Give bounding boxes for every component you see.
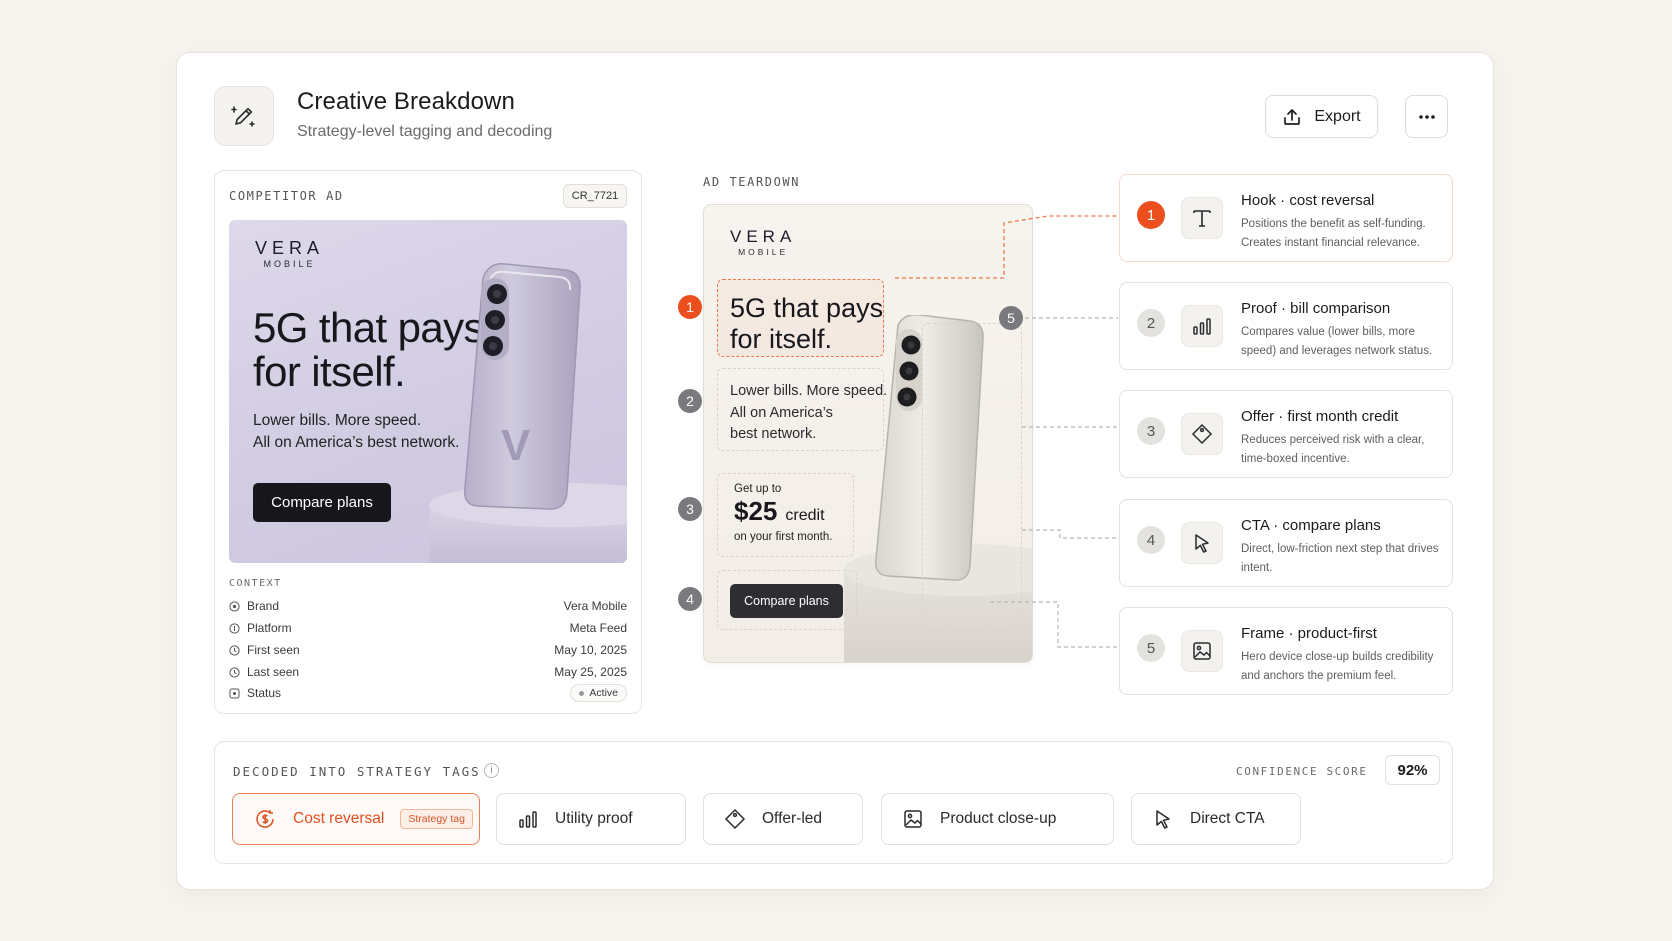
context-row-last-seen: Last seen May 25, 2025 bbox=[229, 663, 627, 681]
marker-5[interactable]: 5 bbox=[999, 306, 1023, 330]
teardown-offer: Get up to $25 credit on your first month… bbox=[734, 483, 833, 543]
teardown-body-copy: Lower bills. More speed. All on America’… bbox=[730, 383, 888, 442]
brand-logo: VERA MOBILE bbox=[255, 238, 325, 269]
marker-1[interactable]: 1 bbox=[678, 295, 702, 319]
dollar-cycle-icon bbox=[256, 810, 274, 828]
annotation-card-cta[interactable]: 4 CTA · compare plans Direct, low-fricti… bbox=[1119, 499, 1453, 587]
tag-product-close-up[interactable]: Product close-up bbox=[881, 793, 1114, 845]
more-horizontal-icon bbox=[1418, 114, 1435, 119]
tag-direct-cta[interactable]: Direct CTA bbox=[1131, 793, 1301, 845]
ad-id-badge: CR_7721 bbox=[563, 184, 627, 208]
page-subtitle: Strategy-level tagging and decoding bbox=[297, 123, 553, 140]
confidence-label: CONFIDENCE SCORE bbox=[1236, 765, 1368, 778]
teardown-ad-creative: VERA MOBILE 5G that pays for itself. Low… bbox=[703, 204, 1033, 663]
annotation-card-offer[interactable]: 3 Offer · first month credit Reduces per… bbox=[1119, 390, 1453, 478]
tag-offer-led[interactable]: Offer-led bbox=[703, 793, 863, 845]
image-icon bbox=[904, 810, 922, 828]
phone-product-image: V bbox=[429, 263, 627, 563]
tag-cost-reversal[interactable]: Cost reversal Strategy tag bbox=[232, 793, 480, 845]
cursor-icon bbox=[1156, 810, 1170, 829]
price-tag-icon bbox=[724, 808, 746, 830]
brand-logo: VERA MOBILE bbox=[730, 227, 797, 257]
app-icon bbox=[214, 86, 274, 146]
strategy-tag-badge: Strategy tag bbox=[400, 809, 473, 829]
confidence-score: 92% bbox=[1385, 755, 1440, 785]
price-tag-icon bbox=[1181, 413, 1223, 455]
teardown-headline: 5G that pays for itself. bbox=[730, 293, 884, 354]
marker-3[interactable]: 3 bbox=[678, 497, 702, 521]
bar-chart-icon bbox=[519, 811, 537, 828]
competitor-ad-creative[interactable]: VERA MOBILE 5G that pays for itself. Low… bbox=[229, 220, 627, 563]
frame-region-box[interactable] bbox=[922, 323, 1022, 631]
more-options-button[interactable] bbox=[1405, 95, 1448, 138]
decoded-section-label: DECODED INTO STRATEGY TAGS bbox=[233, 764, 481, 779]
teardown-cta-button: Compare plans bbox=[730, 584, 843, 618]
tag-icon bbox=[229, 600, 240, 612]
page-title: Creative Breakdown bbox=[297, 88, 515, 115]
bar-chart-icon bbox=[1181, 305, 1223, 347]
annotation-card-proof[interactable]: 2 Proof · bill comparison Compares value… bbox=[1119, 282, 1453, 370]
export-button[interactable]: Export bbox=[1265, 95, 1378, 138]
device-logo-mark: V bbox=[501, 421, 531, 470]
edit-sparkle-icon bbox=[231, 106, 255, 127]
upload-icon bbox=[1284, 108, 1301, 125]
info-icon[interactable]: i bbox=[484, 763, 499, 778]
clock-icon bbox=[229, 644, 240, 656]
ad-cta-button[interactable]: Compare plans bbox=[253, 483, 391, 522]
image-icon bbox=[1181, 630, 1223, 672]
cursor-icon bbox=[1181, 522, 1223, 564]
context-row-brand: Brand Vera Mobile bbox=[229, 597, 627, 615]
clock-icon bbox=[229, 666, 240, 678]
marker-2[interactable]: 2 bbox=[678, 389, 702, 413]
context-row-platform: Platform Meta Feed bbox=[229, 619, 627, 637]
marker-4[interactable]: 4 bbox=[678, 587, 702, 611]
status-badge: Active bbox=[570, 684, 627, 702]
annotation-card-hook[interactable]: 1 Hook · cost reversal Positions the ben… bbox=[1119, 174, 1453, 262]
tag-utility-proof[interactable]: Utility proof bbox=[496, 793, 686, 845]
annotation-card-frame[interactable]: 5 Frame · product-first Hero device clos… bbox=[1119, 607, 1453, 695]
context-label: CONTEXT bbox=[229, 578, 282, 589]
teardown-section-label: AD TEARDOWN bbox=[703, 175, 801, 189]
text-icon bbox=[1181, 197, 1223, 239]
export-label: Export bbox=[1314, 107, 1361, 125]
context-row-first-seen: First seen May 10, 2025 bbox=[229, 641, 627, 659]
context-row-status: Status Active bbox=[229, 684, 627, 702]
competitor-section-label: COMPETITOR AD bbox=[229, 189, 344, 203]
status-icon bbox=[229, 688, 240, 698]
platform-icon bbox=[229, 622, 240, 634]
